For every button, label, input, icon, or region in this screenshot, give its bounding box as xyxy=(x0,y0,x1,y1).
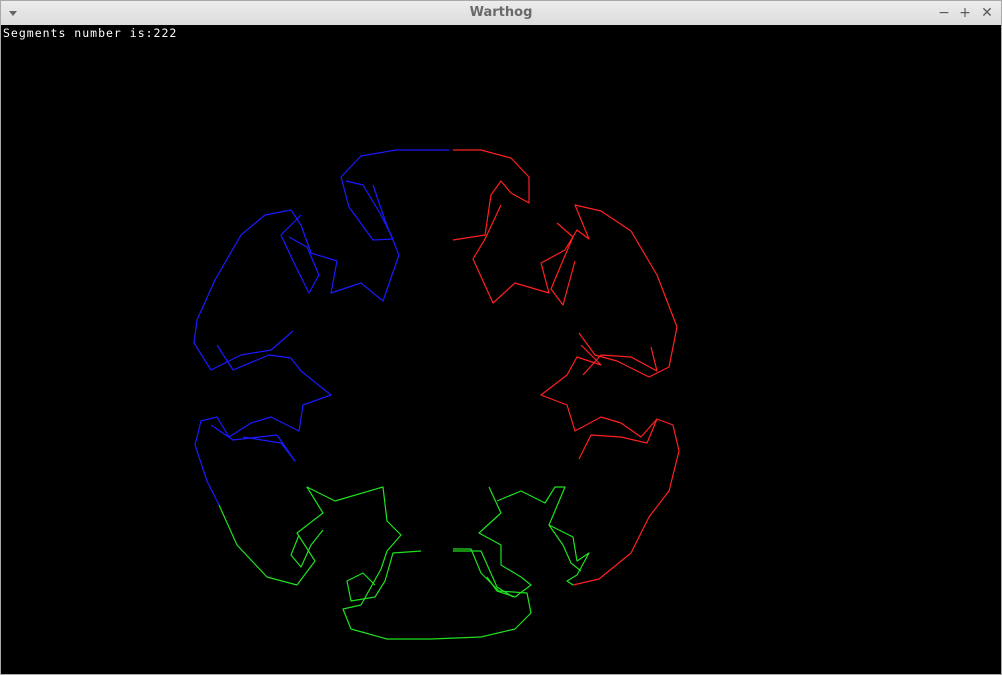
bottom-right-star-segment xyxy=(478,486,532,598)
bottom-left-arc-segment xyxy=(218,486,532,640)
upper-left-arc-segment xyxy=(340,149,449,241)
right-star-segment xyxy=(540,344,680,586)
app-window: Warthog − + ✕ Segments number is:222 xyxy=(0,0,1002,675)
minimize-button[interactable]: − xyxy=(936,4,952,22)
fractal-drawing xyxy=(193,149,680,640)
close-button[interactable]: ✕ xyxy=(979,4,995,22)
left-inner-segment xyxy=(210,424,296,462)
drawing-canvas[interactable]: Segments number is:222 xyxy=(1,25,1001,674)
maximize-button[interactable]: + xyxy=(957,4,973,22)
window-title: Warthog xyxy=(469,5,533,20)
bottom-right-inner-segment xyxy=(548,524,582,572)
bottom-mid-right-segment xyxy=(453,550,514,598)
upper-left-star-segment xyxy=(193,184,400,371)
upper-right-star-segment xyxy=(472,204,678,378)
right-inner-segment xyxy=(582,346,658,376)
title-bar[interactable]: Warthog − + ✕ xyxy=(1,1,1001,26)
right-inner-2-segment xyxy=(578,418,658,460)
upper-right-inner-segment xyxy=(550,222,576,306)
left-star-segment xyxy=(194,344,332,506)
segments-status-text: Segments number is:222 xyxy=(3,26,178,40)
